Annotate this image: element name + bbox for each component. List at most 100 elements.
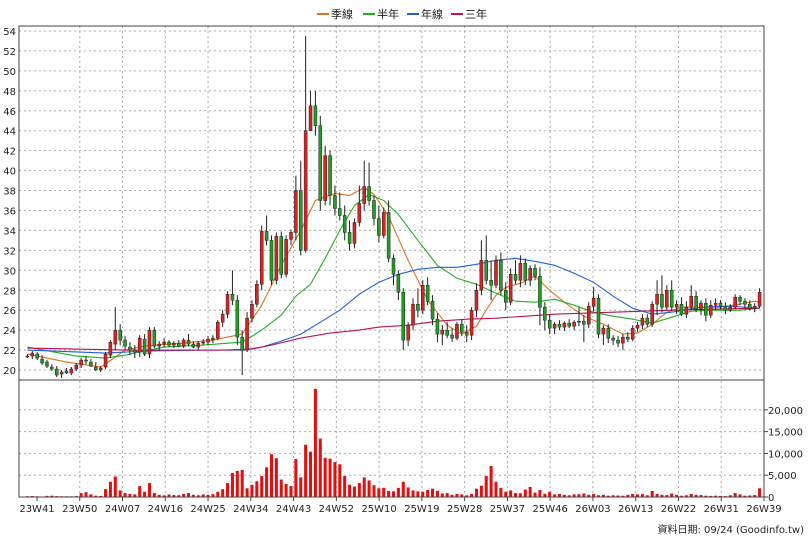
volume-bar [143, 491, 147, 497]
volume-bar [299, 477, 303, 497]
volume-bar [445, 493, 449, 497]
volume-bar [118, 490, 122, 497]
volume-bar [152, 493, 156, 497]
volume-bar [304, 444, 308, 497]
candle-body [328, 155, 332, 196]
time-tick-label: 26W03 [575, 504, 610, 515]
volume-bar [372, 485, 376, 497]
volume-bar [514, 493, 518, 497]
volume-bar [504, 491, 508, 497]
volume-bar [279, 479, 283, 497]
candle-body [655, 293, 659, 305]
candle-body [245, 317, 249, 351]
volume-bar [484, 476, 488, 497]
candle-body [626, 336, 630, 340]
candle-body [84, 359, 88, 362]
candle-body [79, 359, 83, 366]
candle-body [489, 280, 493, 286]
candle-body [591, 297, 596, 307]
candle [279, 231, 284, 279]
time-tick-label: 25W46 [533, 504, 568, 515]
candle-body [216, 321, 220, 339]
candle-body [386, 212, 391, 259]
candle-body [572, 321, 576, 327]
volume-tick-label: 5,000 [768, 471, 797, 482]
candle-body [181, 339, 186, 347]
volume-bar [426, 490, 430, 497]
candle-body [757, 291, 762, 307]
candle-body [284, 239, 288, 275]
price-tick-label: 22 [3, 346, 16, 357]
volume-bar [387, 490, 391, 497]
volume-bar [538, 490, 542, 497]
candle [650, 301, 654, 328]
volume-bar [494, 481, 498, 497]
time-tick-label: 25W19 [404, 504, 439, 515]
candle-body [450, 334, 454, 339]
volume-bar [313, 388, 317, 497]
volume-bar [377, 488, 381, 497]
candle-body [469, 309, 474, 336]
candle-body [206, 338, 210, 343]
volume-bar [250, 484, 254, 497]
candle-body [40, 358, 44, 364]
candle-body [25, 355, 30, 358]
candle-body [411, 303, 415, 326]
volume-bar [499, 487, 503, 497]
candle-body [674, 303, 679, 308]
volume-bar [309, 451, 313, 497]
volume-bar [523, 489, 527, 497]
candle-body [30, 352, 35, 357]
time-tick-label: 23W50 [62, 504, 97, 515]
candle-body [538, 276, 542, 308]
candle [455, 322, 459, 341]
volume-bar [367, 480, 371, 497]
candle [586, 302, 591, 329]
footer-source: 資料日期: 09/24 (Goodinfo.tw) [657, 523, 804, 536]
candle-body [533, 268, 537, 277]
volume-bar [328, 458, 332, 497]
volume-bar [650, 490, 654, 497]
candle-body [323, 155, 327, 201]
volume-bar [226, 483, 230, 497]
volume-bar [147, 483, 151, 497]
candle-body [113, 329, 118, 345]
candle [318, 115, 323, 211]
candle-body [518, 263, 523, 281]
price-tick-label: 52 [3, 47, 16, 58]
candle [421, 280, 425, 315]
volume-bar [416, 491, 420, 497]
price-tick-label: 54 [3, 27, 16, 38]
candle-body [162, 341, 166, 345]
price-tick-label: 48 [3, 87, 16, 98]
candle-body [347, 232, 352, 244]
candle-body [186, 339, 191, 345]
volume-bar [548, 491, 552, 497]
candle-body [430, 300, 435, 320]
candle-body [474, 290, 479, 311]
volume-bar [733, 493, 737, 497]
volume-bar [362, 477, 366, 497]
candle-body [396, 274, 401, 293]
candle-body [377, 218, 381, 236]
candle-body [59, 371, 64, 375]
time-tick-label: 26W31 [704, 504, 739, 515]
volume-bar [79, 493, 83, 497]
price-tick-label: 34 [3, 226, 16, 237]
volume-bar [401, 481, 405, 497]
candle-body [191, 343, 196, 348]
candle-body [147, 329, 152, 355]
candle [494, 255, 498, 289]
candle-body [279, 236, 284, 275]
price-tick-label: 46 [3, 107, 16, 118]
volume-bar [435, 490, 439, 497]
volume-bar [670, 493, 674, 497]
price-tick-label: 50 [3, 67, 16, 78]
candle-body [152, 329, 157, 347]
candle [147, 327, 152, 359]
time-tick-label: 24W07 [105, 504, 140, 515]
volume-bar [123, 493, 127, 497]
candle-body [367, 186, 371, 201]
time-tick-label: 24W25 [190, 504, 225, 515]
candle-body [50, 366, 54, 370]
